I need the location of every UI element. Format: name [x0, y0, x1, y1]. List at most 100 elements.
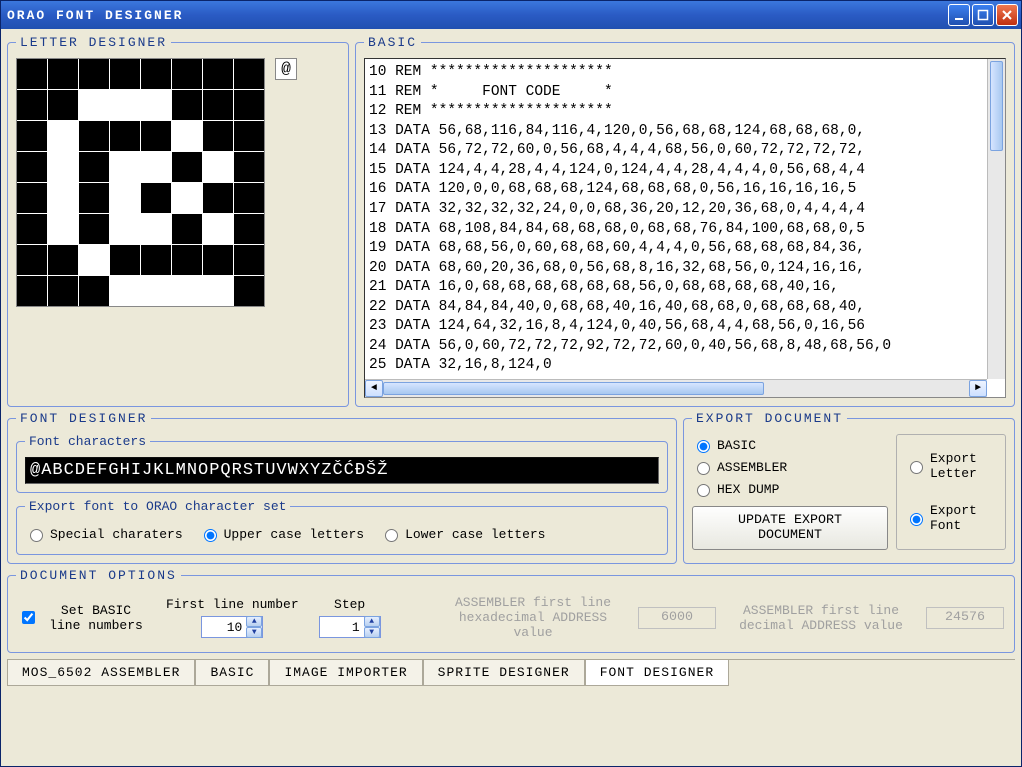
- pixel-grid[interactable]: [16, 58, 265, 307]
- pixel-cell[interactable]: [172, 183, 202, 213]
- tab-mos-6502-assembler[interactable]: MOS_6502 ASSEMBLER: [7, 660, 195, 686]
- tab-font-designer[interactable]: FONT DESIGNER: [585, 660, 729, 686]
- scroll-right-icon[interactable]: ►: [969, 380, 987, 397]
- pixel-cell[interactable]: [172, 152, 202, 182]
- horizontal-scroll-thumb[interactable]: [383, 382, 764, 395]
- pixel-cell[interactable]: [110, 245, 140, 275]
- scroll-left-icon[interactable]: ◄: [365, 380, 383, 397]
- tab-image-importer[interactable]: IMAGE IMPORTER: [269, 660, 422, 686]
- pixel-cell[interactable]: [141, 152, 171, 182]
- pixel-cell[interactable]: [79, 152, 109, 182]
- step-input[interactable]: [320, 618, 364, 637]
- pixel-cell[interactable]: [79, 276, 109, 306]
- glyph-preview[interactable]: @: [275, 58, 297, 80]
- tab-sprite-designer[interactable]: SPRITE DESIGNER: [423, 660, 585, 686]
- radio-export-font[interactable]: Export Font: [905, 500, 997, 536]
- pixel-cell[interactable]: [234, 90, 264, 120]
- pixel-cell[interactable]: [172, 214, 202, 244]
- maximize-button[interactable]: [972, 4, 994, 26]
- first-line-input[interactable]: [202, 618, 246, 637]
- pixel-cell[interactable]: [110, 214, 140, 244]
- pixel-cell[interactable]: [48, 152, 78, 182]
- radio-hex-dump[interactable]: HEX DUMP: [692, 478, 888, 500]
- radio-export-letter[interactable]: Export Letter: [905, 448, 997, 484]
- pixel-cell[interactable]: [141, 121, 171, 151]
- pixel-cell[interactable]: [48, 214, 78, 244]
- pixel-cell[interactable]: [203, 214, 233, 244]
- pixel-cell[interactable]: [203, 90, 233, 120]
- pixel-cell[interactable]: [172, 245, 202, 275]
- radio-special-characters[interactable]: Special charaters: [25, 526, 183, 542]
- pixel-cell[interactable]: [48, 121, 78, 151]
- spinner-up-icon[interactable]: ▲: [246, 616, 262, 627]
- tab-basic[interactable]: BASIC: [195, 660, 269, 686]
- first-line-spinner[interactable]: ▲▼: [201, 616, 263, 638]
- pixel-cell[interactable]: [234, 59, 264, 89]
- pixel-cell[interactable]: [110, 276, 140, 306]
- pixel-cell[interactable]: [79, 121, 109, 151]
- pixel-cell[interactable]: [234, 121, 264, 151]
- pixel-cell[interactable]: [110, 90, 140, 120]
- pixel-cell[interactable]: [79, 183, 109, 213]
- pixel-cell[interactable]: [203, 245, 233, 275]
- pixel-cell[interactable]: [110, 121, 140, 151]
- pixel-cell[interactable]: [234, 245, 264, 275]
- pixel-cell[interactable]: [79, 90, 109, 120]
- pixel-cell[interactable]: [141, 59, 171, 89]
- horizontal-scrollbar[interactable]: ◄ ►: [365, 379, 987, 397]
- spinner-up-icon[interactable]: ▲: [364, 616, 380, 627]
- pixel-cell[interactable]: [48, 59, 78, 89]
- font-characters-strip[interactable]: @ABCDEFGHIJKLMNOPQRSTUVWXYZČĆĐŠŽ: [25, 457, 659, 484]
- pixel-cell[interactable]: [234, 183, 264, 213]
- pixel-cell[interactable]: [110, 152, 140, 182]
- pixel-cell[interactable]: [172, 90, 202, 120]
- pixel-cell[interactable]: [17, 152, 47, 182]
- radio-assembler[interactable]: ASSEMBLER: [692, 456, 888, 478]
- pixel-cell[interactable]: [234, 152, 264, 182]
- pixel-cell[interactable]: [17, 183, 47, 213]
- pixel-cell[interactable]: [234, 276, 264, 306]
- vertical-scroll-thumb[interactable]: [990, 61, 1003, 151]
- pixel-cell[interactable]: [203, 276, 233, 306]
- pixel-cell[interactable]: [141, 183, 171, 213]
- radio-lower-case[interactable]: Lower case letters: [380, 526, 545, 542]
- pixel-cell[interactable]: [17, 90, 47, 120]
- pixel-cell[interactable]: [110, 59, 140, 89]
- pixel-cell[interactable]: [48, 276, 78, 306]
- pixel-cell[interactable]: [141, 245, 171, 275]
- close-button[interactable]: [996, 4, 1018, 26]
- pixel-cell[interactable]: [17, 121, 47, 151]
- pixel-cell[interactable]: [203, 59, 233, 89]
- pixel-cell[interactable]: [17, 245, 47, 275]
- radio-basic[interactable]: BASIC: [692, 434, 888, 456]
- set-basic-checkbox[interactable]: [22, 611, 35, 624]
- pixel-cell[interactable]: [79, 59, 109, 89]
- pixel-cell[interactable]: [172, 59, 202, 89]
- vertical-scrollbar[interactable]: [987, 59, 1005, 379]
- update-export-button[interactable]: UPDATE EXPORT DOCUMENT: [692, 506, 888, 550]
- spinner-down-icon[interactable]: ▼: [364, 627, 380, 638]
- pixel-cell[interactable]: [48, 183, 78, 213]
- pixel-cell[interactable]: [17, 276, 47, 306]
- pixel-cell[interactable]: [110, 183, 140, 213]
- pixel-cell[interactable]: [141, 276, 171, 306]
- basic-code-box[interactable]: 10 REM ********************* 11 REM * FO…: [364, 58, 1006, 398]
- pixel-cell[interactable]: [141, 214, 171, 244]
- pixel-cell[interactable]: [203, 183, 233, 213]
- pixel-cell[interactable]: [172, 121, 202, 151]
- spinner-down-icon[interactable]: ▼: [246, 627, 262, 638]
- pixel-cell[interactable]: [79, 245, 109, 275]
- pixel-cell[interactable]: [234, 214, 264, 244]
- pixel-cell[interactable]: [172, 276, 202, 306]
- pixel-cell[interactable]: [48, 245, 78, 275]
- pixel-cell[interactable]: [17, 214, 47, 244]
- pixel-cell[interactable]: [17, 59, 47, 89]
- step-spinner[interactable]: ▲▼: [319, 616, 381, 638]
- pixel-cell[interactable]: [79, 214, 109, 244]
- pixel-cell[interactable]: [141, 90, 171, 120]
- pixel-cell[interactable]: [203, 152, 233, 182]
- pixel-cell[interactable]: [48, 90, 78, 120]
- radio-upper-case[interactable]: Upper case letters: [199, 526, 364, 542]
- minimize-button[interactable]: [948, 4, 970, 26]
- pixel-cell[interactable]: [203, 121, 233, 151]
